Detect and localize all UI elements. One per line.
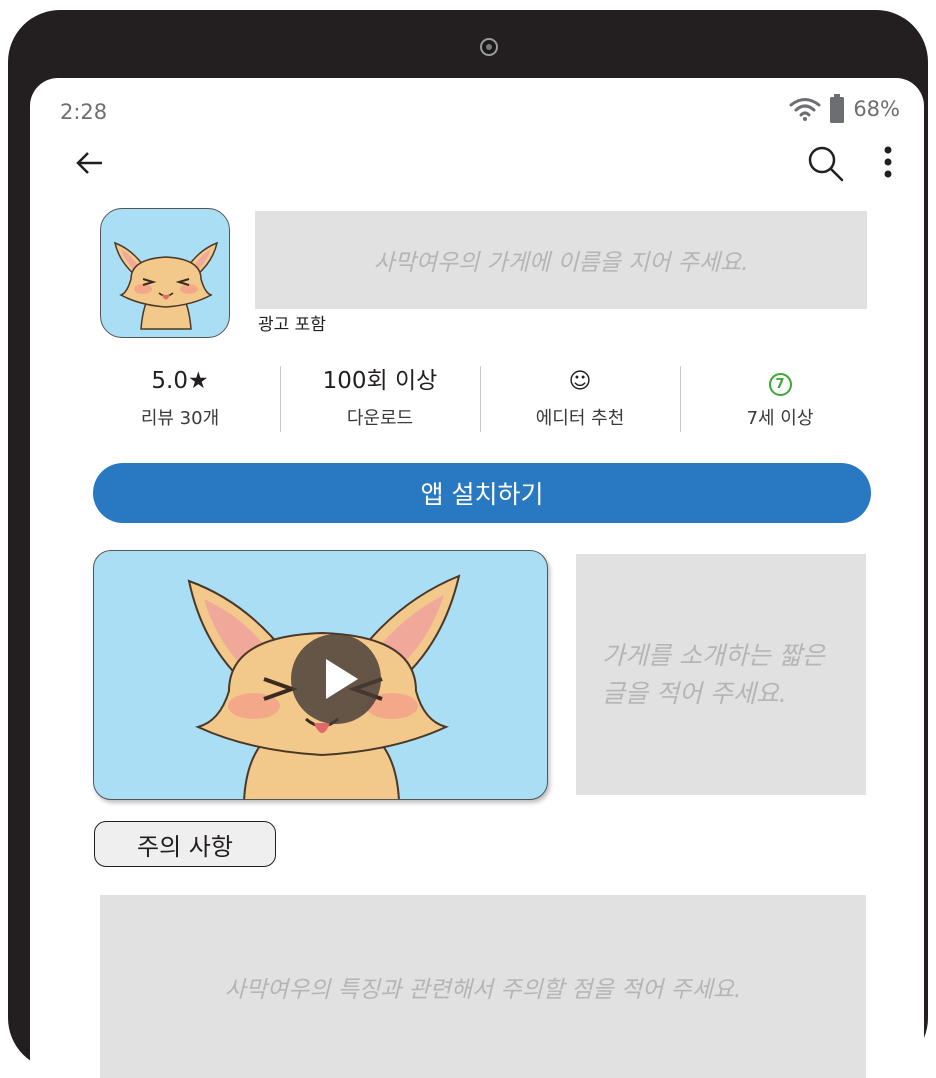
fennec-fox-icon [113,241,219,330]
app-name-placeholder: 사막여우의 가게에 이름을 지어 주세요. [373,250,749,276]
stat-age: 7 7세 이상 [680,364,880,434]
status-time: 2:28 [60,100,108,124]
stat-editor: ☺ 에디터 추천 [480,364,680,434]
downloads-label: 다운로드 [346,408,414,429]
rating-value: 5.0★ [151,368,209,394]
camera-icon [480,38,498,56]
rating-label: 리뷰 30개 [140,408,220,429]
smiley-icon: ☺ [568,369,592,394]
search-icon [808,146,844,182]
description-placeholder: 가게를 소개하는 짧은 글을 적어 주세요. [602,640,825,708]
caution-placeholder: 사막여우의 특징과 관련해서 주의할 점을 적어 주세요. [224,976,742,1003]
video-preview[interactable] [93,550,548,800]
back-arrow-icon [76,152,102,174]
back-button[interactable] [70,148,106,178]
stats-row: 5.0★ 리뷰 30개 100회 이상 다운로드 ☺ 에디터 추천 7 7세 이… [80,364,880,434]
search-button[interactable] [806,144,846,184]
caution-tab[interactable]: 주의 사항 [94,821,276,867]
app-icon [100,208,230,338]
battery-percent: 68% [853,97,900,121]
stat-rating[interactable]: 5.0★ 리뷰 30개 [80,364,280,434]
ads-label: 광고 포함 [258,315,326,335]
tablet-frame: 2:28 68% 사막여우의 가게에 이름을 지어 주세요. 광고 포함 5.0… [8,10,928,1078]
more-options-button[interactable] [876,144,900,184]
description-placeholder-box: 가게를 소개하는 짧은 글을 적어 주세요. [576,554,866,795]
more-vertical-icon [884,146,892,178]
caution-placeholder-box: 사막여우의 특징과 관련해서 주의할 점을 적어 주세요. [100,895,866,1078]
app-name-placeholder-box: 사막여우의 가게에 이름을 지어 주세요. [255,211,867,309]
battery-icon [830,94,845,123]
play-icon[interactable] [291,634,381,724]
screen: 2:28 68% 사막여우의 가게에 이름을 지어 주세요. 광고 포함 5.0… [30,78,924,1078]
wifi-icon [789,98,821,121]
age-label: 7세 이상 [746,408,814,429]
status-icons: 68% [789,94,900,124]
age-rating-badge: 7 [768,373,792,396]
install-button[interactable]: 앱 설치하기 [93,463,871,523]
downloads-value: 100회 이상 [322,368,438,394]
stat-downloads: 100회 이상 다운로드 [280,364,480,434]
editor-label: 에디터 추천 [535,408,625,429]
